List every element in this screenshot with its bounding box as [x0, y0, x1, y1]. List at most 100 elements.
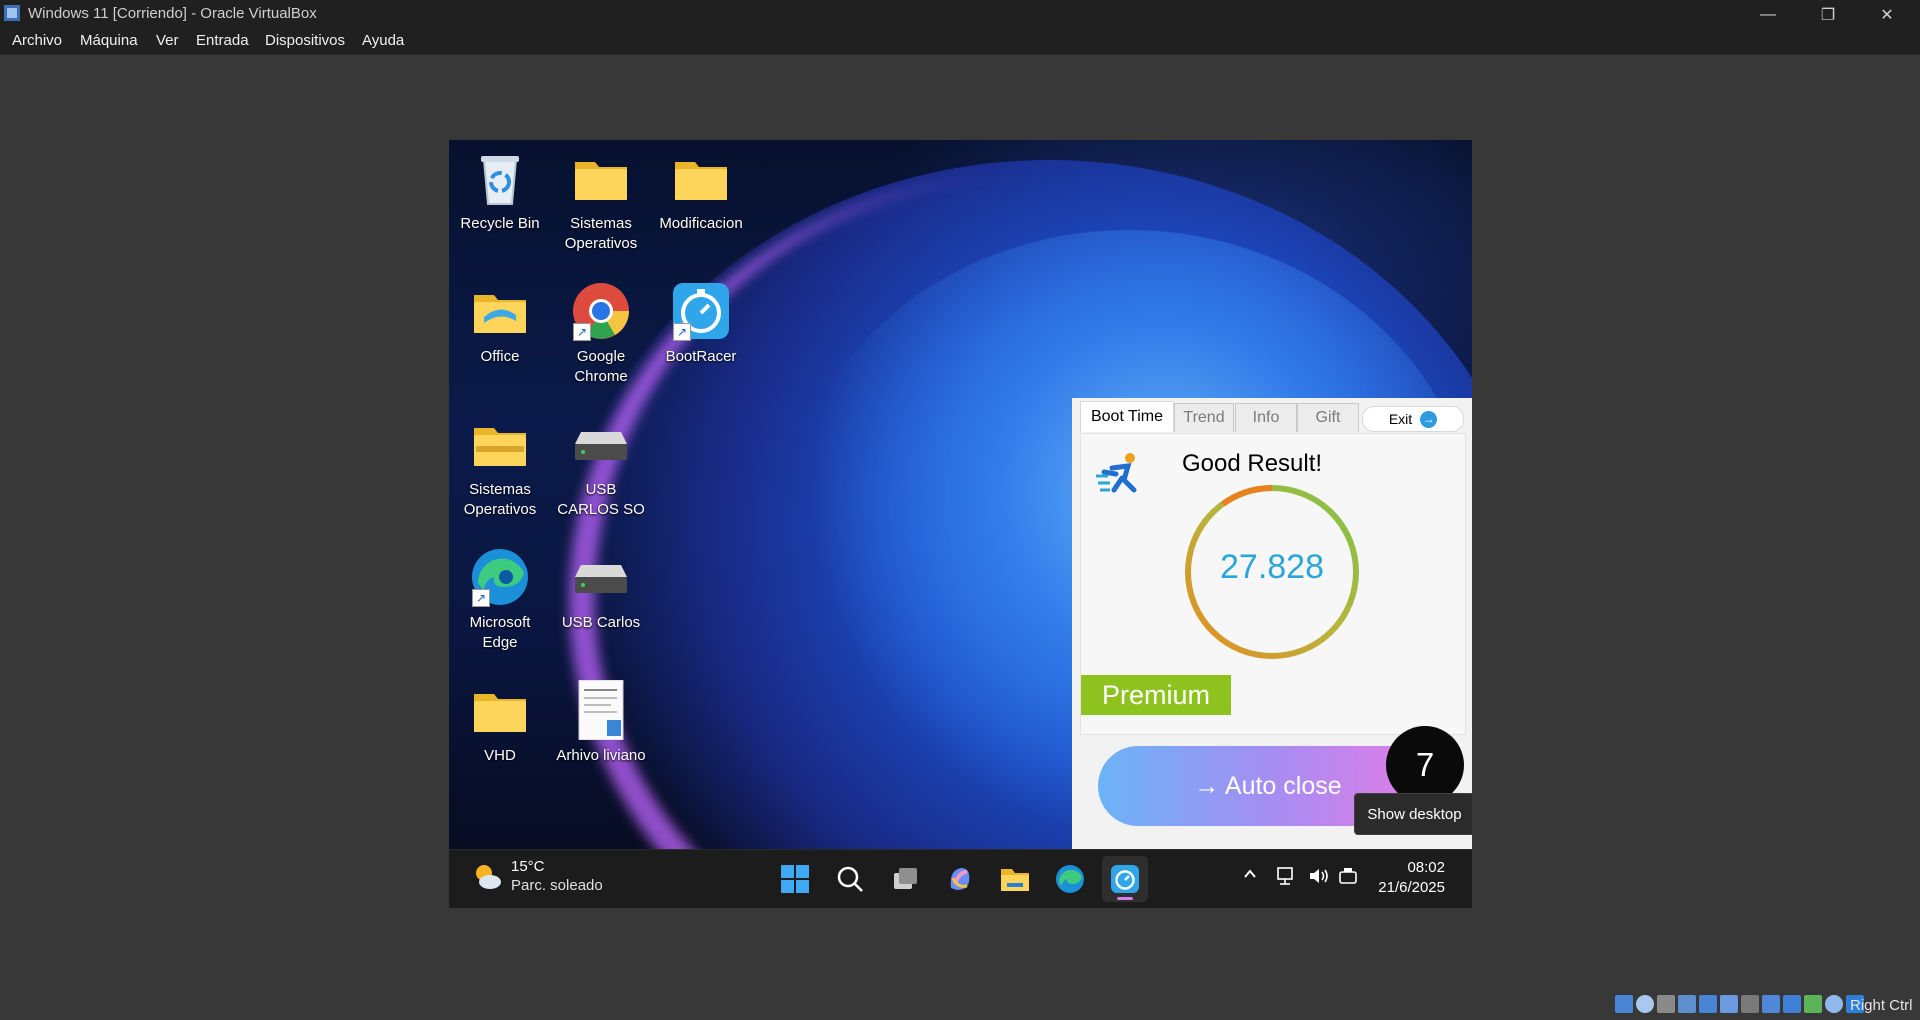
cd-status-icon[interactable] — [1636, 995, 1654, 1013]
usb-status-icon[interactable] — [1720, 995, 1738, 1013]
window-title-bar: Windows 11 [Corriendo] - Oracle VirtualB… — [0, 0, 1920, 29]
menu-bar: Archivo Máquina Ver Entrada Dispositivos… — [0, 29, 1920, 55]
desktop-icon-modificacion[interactable]: Modificacion — [654, 148, 748, 234]
task-view-icon — [894, 868, 917, 889]
folder-icon — [675, 162, 727, 200]
network-icon[interactable] — [1276, 866, 1298, 891]
menu-entrada[interactable]: Entrada — [196, 32, 249, 49]
chevron-up-icon — [1244, 869, 1256, 878]
desktop-icon-usb-carlos-so[interactable]: USB CARLOS SO — [554, 414, 648, 520]
exit-button[interactable]: Exit → — [1362, 406, 1464, 432]
shortcut-arrow-icon: ↗ — [573, 323, 591, 341]
network-status-icon[interactable] — [1699, 995, 1717, 1013]
virtualization-status-icon[interactable] — [1804, 995, 1822, 1013]
minimize-button[interactable]: — — [1739, 0, 1797, 29]
volume-icon[interactable] — [1308, 866, 1330, 891]
desktop-icon-label: USB Carlos — [561, 614, 641, 631]
audio-status-icon[interactable] — [1678, 995, 1696, 1013]
copilot-icon — [950, 868, 970, 890]
start-button[interactable] — [772, 856, 818, 902]
desktop-icon-label: USB CARLOS SO — [557, 481, 645, 518]
folder-icon — [575, 162, 627, 200]
tab-info[interactable]: Info — [1235, 403, 1297, 432]
folder-icon — [474, 694, 526, 732]
mouse-integration-status-icon[interactable] — [1825, 995, 1843, 1013]
zip-folder-icon — [474, 428, 526, 466]
bootracer-taskbar-button[interactable] — [1102, 856, 1148, 902]
shortcut-arrow-icon: ↗ — [472, 589, 490, 607]
show-hidden-icons-button[interactable] — [1242, 866, 1258, 887]
premium-button[interactable]: Premium — [1081, 675, 1231, 715]
window-title: Windows 11 [Corriendo] - Oracle VirtualB… — [28, 5, 317, 22]
boot-time-value: 27.828 — [1220, 548, 1324, 586]
shared-folders-status-icon[interactable] — [1741, 995, 1759, 1013]
menu-archivo[interactable]: Archivo — [12, 32, 62, 49]
task-view-button[interactable] — [882, 856, 928, 902]
desktop-icon-label: VHD — [484, 747, 516, 764]
recording-status-icon[interactable] — [1783, 995, 1801, 1013]
edge-icon — [1056, 865, 1084, 893]
desktop-icon-label: Recycle Bin — [460, 215, 540, 232]
tab-trend[interactable]: Trend — [1174, 403, 1234, 432]
edge-taskbar-button[interactable] — [1047, 856, 1093, 902]
desktop-icon-arhivo-liviano[interactable]: Arhivo liviano — [554, 679, 648, 766]
menu-maquina[interactable]: Máquina — [80, 32, 138, 49]
desktop-icon-label: Office — [480, 348, 520, 365]
search-button[interactable] — [827, 856, 873, 902]
shortcut-arrow-icon: ↗ — [673, 323, 691, 341]
runner-icon — [1096, 453, 1137, 493]
vm-screen[interactable]: Recycle Bin Sistemas Operativos Modifica… — [449, 140, 1472, 908]
close-button[interactable]: ✕ — [1858, 0, 1916, 29]
system-clock[interactable]: 08:02 21/6/2025 — [1369, 858, 1445, 898]
display-status-icon[interactable] — [1762, 995, 1780, 1013]
drive-icon — [575, 565, 627, 593]
desktop-icon-label: Modificacion — [659, 215, 743, 232]
tab-boot-time[interactable]: Boot Time — [1080, 401, 1174, 432]
weather-description: Parc. soleado — [511, 877, 603, 894]
copilot-button[interactable] — [937, 856, 983, 902]
taskbar: 15°C Parc. soleado 08:02 21/6/2025 — [449, 849, 1472, 908]
desktop-icon-sistemas-operativos-zip[interactable]: Sistemas Operativos — [453, 414, 547, 520]
desktop-icon-recycle-bin[interactable]: Recycle Bin — [453, 148, 547, 234]
folder-icon — [474, 295, 526, 333]
show-desktop-tooltip: Show desktop — [1354, 793, 1472, 835]
desktop-icon-sistemas-operativos[interactable]: Sistemas Operativos — [554, 148, 648, 254]
host-key-label: Right Ctrl — [1850, 997, 1913, 1014]
floppy-status-icon[interactable] — [1657, 995, 1675, 1013]
drive-icon — [575, 432, 627, 460]
clock-time: 08:02 — [1407, 859, 1445, 876]
menu-dispositivos[interactable]: Dispositivos — [265, 32, 345, 49]
optical-drive-status-icon[interactable] — [1615, 995, 1633, 1013]
desktop-icon-bootracer[interactable]: ↗ BootRacer — [654, 281, 748, 367]
exit-label: Exit — [1388, 411, 1413, 427]
desktop-icon-google-chrome[interactable]: ↗ Google Chrome — [554, 281, 648, 387]
bootracer-window: Boot Time Trend Info Gift Exit → Good Re… — [1072, 398, 1472, 849]
desktop-icon-vhd[interactable]: VHD — [453, 680, 547, 766]
power-icon[interactable] — [1338, 866, 1358, 891]
weather-widget[interactable]: 15°C Parc. soleado — [471, 858, 603, 894]
result-heading: Good Result! — [1182, 450, 1323, 477]
tab-gift[interactable]: Gift — [1297, 403, 1359, 432]
file-explorer-icon — [1001, 869, 1029, 891]
virtualbox-logo-icon — [4, 5, 20, 21]
desktop-icon-usb-carlos[interactable]: USB Carlos — [554, 547, 648, 633]
search-icon — [837, 866, 863, 892]
recycle-bin-icon — [481, 156, 519, 205]
menu-ayuda[interactable]: Ayuda — [362, 32, 404, 49]
restore-button[interactable]: ❐ — [1799, 0, 1857, 29]
running-indicator — [1117, 897, 1133, 900]
start-icon — [781, 865, 809, 893]
desktop-icon-label: BootRacer — [665, 348, 737, 365]
exit-arrow-icon: → — [1420, 410, 1438, 428]
document-icon — [578, 679, 624, 741]
desktop-icon-microsoft-edge[interactable]: ↗ Microsoft Edge — [453, 547, 547, 653]
clock-date: 21/6/2025 — [1378, 879, 1445, 896]
file-explorer-button[interactable] — [992, 856, 1038, 902]
desktop-icon-label: Sistemas Operativos — [463, 481, 537, 518]
bootracer-icon — [1111, 865, 1139, 893]
weather-temperature: 15°C — [511, 858, 545, 875]
vm-status-icons — [1615, 995, 1864, 1013]
menu-ver[interactable]: Ver — [156, 32, 179, 49]
partly-sunny-icon — [476, 865, 501, 889]
desktop-icon-office[interactable]: Office — [453, 281, 547, 367]
